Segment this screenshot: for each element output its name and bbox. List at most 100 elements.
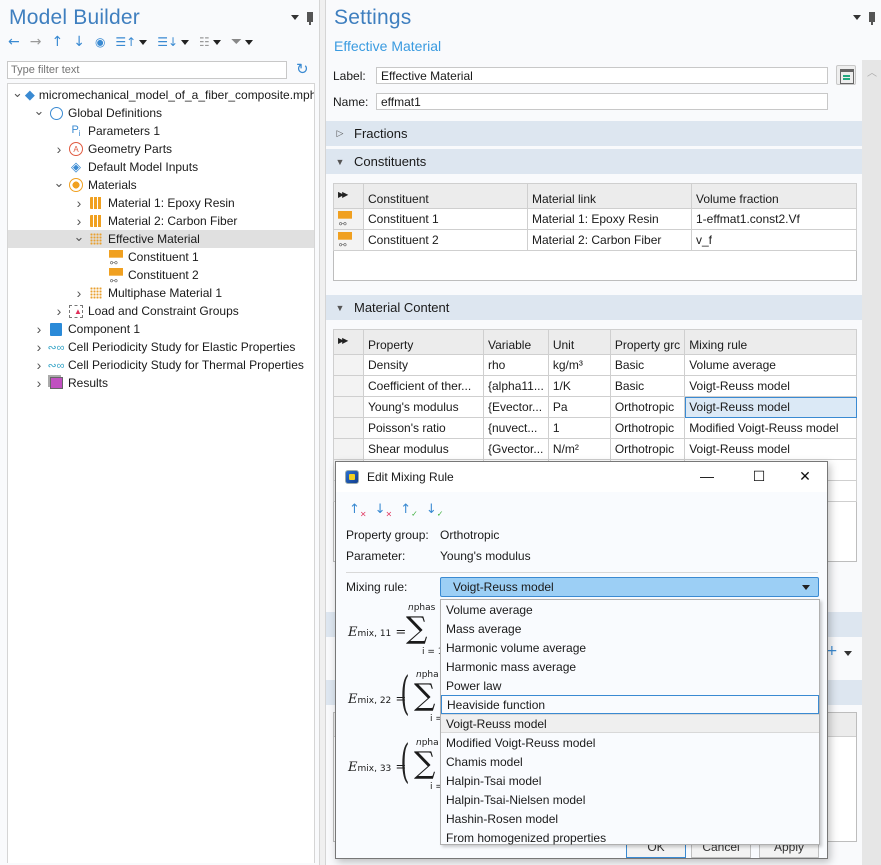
- refresh-icon[interactable]: ↻: [296, 60, 309, 78]
- cell-constituent[interactable]: Constituent 1: [363, 208, 528, 230]
- row-header-corner[interactable]: ▶▶: [333, 183, 364, 209]
- cell-volume-fraction[interactable]: 1-effmat1.const2.Vf: [691, 208, 857, 230]
- label-field[interactable]: Effective Material: [376, 67, 828, 84]
- collapse-sections-icon[interactable]: ☰↓: [157, 34, 190, 50]
- move-down-exclude-icon[interactable]: ↓×: [375, 502, 393, 519]
- view-icon[interactable]: ☷: [199, 34, 221, 50]
- section-material-content[interactable]: ▼ Material Content: [326, 295, 862, 320]
- tree-node[interactable]: › Component 1: [8, 320, 314, 338]
- mixing-rule-option[interactable]: Halpin-Tsai model: [441, 771, 819, 790]
- move-up-include-icon[interactable]: ↑✓: [400, 502, 418, 519]
- maximize-icon[interactable]: ☐: [749, 468, 769, 485]
- minimize-icon[interactable]: —: [697, 468, 717, 484]
- column-header[interactable]: Mixing rule: [684, 329, 857, 355]
- mixing-rule-option[interactable]: Harmonic mass average: [441, 657, 819, 676]
- pin-icon[interactable]: [869, 12, 875, 25]
- mixing-rule-option[interactable]: Hashin-Rosen model: [441, 809, 819, 828]
- mixing-rule-option[interactable]: Mass average: [441, 619, 819, 638]
- filter-input[interactable]: [7, 61, 287, 79]
- column-header[interactable]: Unit: [547, 329, 611, 355]
- table-row[interactable]: Poisson's ratio {nuvect... 1 Orthotropic Mod…: [333, 417, 857, 439]
- column-header[interactable]: Material link: [527, 183, 692, 209]
- cell-volume-fraction[interactable]: v_f: [691, 229, 857, 251]
- cell-material-link[interactable]: Material 1: Epoxy Resin: [527, 208, 692, 230]
- cell-variable[interactable]: {alpha11...: [483, 375, 549, 397]
- tree-node[interactable]: ⌄ Effective Material: [8, 229, 314, 248]
- cell-unit[interactable]: 1/K: [547, 375, 611, 397]
- chevron-right-icon[interactable]: ›: [72, 213, 86, 229]
- table-row[interactable]: Shear modulus {Gvector... N/m² Orthotropic V…: [333, 438, 857, 460]
- row-header[interactable]: [333, 354, 364, 376]
- cell-property[interactable]: Shear modulus: [363, 438, 484, 460]
- tree-node[interactable]: › A Geometry Parts: [8, 140, 314, 158]
- cell-property-group[interactable]: Orthotropic: [609, 417, 686, 439]
- cell-unit[interactable]: Pa: [547, 396, 611, 418]
- cell-mixing-rule[interactable]: Voigt-Reuss model: [684, 396, 857, 418]
- forward-icon[interactable]: →: [30, 34, 42, 50]
- table-row[interactable]: Young's modulus {Evector... Pa Orthotropic V…: [333, 396, 857, 418]
- cell-variable[interactable]: {nuvect...: [483, 417, 549, 439]
- cell-mixing-rule[interactable]: Modified Voigt-Reuss model: [684, 417, 857, 439]
- cell-property-group[interactable]: Basic: [609, 375, 686, 397]
- mixing-rule-option[interactable]: From homogenized properties: [441, 828, 819, 847]
- chevron-right-icon[interactable]: ›: [32, 375, 46, 391]
- back-icon[interactable]: ←: [8, 34, 20, 50]
- tree-node[interactable]: › Material 2: Carbon Fiber: [8, 212, 314, 230]
- cell-variable[interactable]: {Evector...: [483, 396, 549, 418]
- section-constituents[interactable]: ▼ Constituents: [326, 149, 862, 174]
- cell-mixing-rule[interactable]: Volume average: [684, 354, 857, 376]
- dropdown-icon[interactable]: [844, 651, 852, 656]
- panel-menu-icon[interactable]: [291, 14, 299, 20]
- mixing-rule-option[interactable]: Voigt-Reuss model: [441, 714, 819, 733]
- chevron-right-icon[interactable]: ›: [52, 303, 66, 319]
- tree-node[interactable]: Constituent 2: [8, 266, 314, 287]
- tree-node[interactable]: › Multiphase Material 1: [8, 284, 314, 302]
- cell-constituent[interactable]: Constituent 2: [363, 229, 528, 251]
- mixing-rule-option[interactable]: Chamis model: [441, 752, 819, 771]
- tree-node[interactable]: Pi Parameters 1: [8, 122, 314, 140]
- tree-node[interactable]: ⌄ ◆ micromechanical_model_of_a_fiber_compo…: [8, 85, 314, 104]
- chevron-right-icon[interactable]: ›: [32, 357, 46, 373]
- tree-node[interactable]: › ▲ Load and Constraint Groups: [8, 302, 314, 320]
- row-header[interactable]: [333, 375, 364, 397]
- chevron-down-icon[interactable]: ⌄: [12, 85, 23, 101]
- column-header[interactable]: Volume fraction: [691, 183, 857, 209]
- cell-property[interactable]: Density: [363, 354, 484, 376]
- cell-variable[interactable]: {Gvector...: [483, 438, 549, 460]
- chevron-right-icon[interactable]: ›: [32, 321, 46, 337]
- cell-unit[interactable]: kg/m³: [547, 354, 611, 376]
- row-header[interactable]: [333, 417, 364, 439]
- tree-node[interactable]: ⌄ Global Definitions: [8, 103, 314, 122]
- chevron-right-icon[interactable]: ›: [72, 195, 86, 211]
- cell-material-link[interactable]: Material 2: Carbon Fiber: [527, 229, 692, 251]
- mixing-rule-option[interactable]: Volume average: [441, 600, 819, 619]
- comment-icon[interactable]: [836, 65, 856, 85]
- cell-unit[interactable]: 1: [547, 417, 611, 439]
- tree-node[interactable]: › Results: [8, 374, 314, 392]
- tree-node[interactable]: › Material 1: Epoxy Resin: [8, 194, 314, 212]
- table-row[interactable]: Coefficient of ther... {alpha11... 1/K Basi…: [333, 375, 857, 397]
- chevron-right-icon[interactable]: ›: [52, 141, 66, 157]
- row-header-corner[interactable]: ▶▶: [333, 329, 364, 355]
- mixing-rule-option[interactable]: Modified Voigt-Reuss model: [441, 733, 819, 752]
- tree-node[interactable]: Constituent 1: [8, 248, 314, 269]
- row-header[interactable]: [333, 438, 364, 460]
- tree-node[interactable]: ◈ Default Model Inputs: [8, 158, 314, 176]
- chevron-right-icon[interactable]: ›: [72, 285, 86, 301]
- mixing-rule-option[interactable]: Heaviside function: [441, 695, 819, 714]
- dialog-titlebar[interactable]: Edit Mixing Rule — ☐ ✕: [336, 462, 827, 492]
- mixing-rule-option[interactable]: Power law: [441, 676, 819, 695]
- cell-property[interactable]: Poisson's ratio: [363, 417, 484, 439]
- panel-menu-icon[interactable]: [853, 14, 861, 20]
- column-header[interactable]: Variable: [483, 329, 549, 355]
- mixing-rule-option[interactable]: Halpin-Tsai-Nielsen model: [441, 790, 819, 809]
- chevron-down-icon[interactable]: ⌄: [52, 175, 66, 191]
- cell-property-group[interactable]: Basic: [609, 354, 686, 376]
- row-header[interactable]: [333, 396, 364, 418]
- mixing-rule-select[interactable]: Voigt-Reuss model: [440, 577, 819, 597]
- table-row[interactable]: Density rho kg/m³ Basic Volume average: [333, 354, 857, 376]
- tree-node[interactable]: › ∾∞ Cell Periodicity Study for Elastic Pr…: [8, 338, 314, 356]
- chevron-down-icon[interactable]: ⌄: [32, 103, 46, 119]
- expand-sections-icon[interactable]: ☰↑: [115, 34, 148, 50]
- column-header[interactable]: Constituent: [363, 183, 528, 209]
